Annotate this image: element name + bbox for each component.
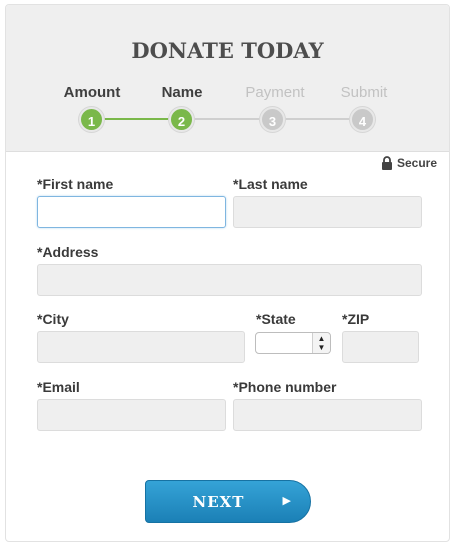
first-name-label: *First name (37, 176, 114, 192)
secure-label: Secure (396, 156, 437, 170)
step-dot-payment: 3 (260, 107, 285, 132)
city-label: *City (37, 311, 69, 327)
phone-label: *Phone number (233, 379, 337, 395)
step-label-amount: Amount (63, 84, 121, 101)
secure-indicator: Secure (381, 156, 437, 170)
address-input[interactable] (37, 264, 422, 296)
arrow-right-icon: ▶ (282, 494, 292, 507)
city-input[interactable] (37, 331, 245, 363)
last-name-input[interactable] (233, 196, 422, 228)
state-select[interactable]: ▲ ▼ (255, 332, 331, 354)
zip-label: *ZIP (342, 311, 370, 327)
last-name-label: *Last name (233, 176, 308, 192)
state-label: *State (256, 311, 296, 327)
donation-form-card: DONATE TODAY Amount Name Payment Submit … (5, 4, 450, 542)
lock-icon (381, 156, 393, 170)
step-label-name: Name (161, 84, 203, 101)
step-dot-name[interactable]: 2 (169, 107, 194, 132)
first-name-input[interactable] (37, 196, 226, 228)
step-label-payment: Payment (245, 84, 305, 101)
address-label: *Address (37, 244, 99, 260)
next-button-label: NEXT (192, 493, 245, 511)
next-button[interactable]: NEXT ▶ (145, 480, 311, 523)
email-input[interactable] (37, 399, 226, 431)
step-label-submit: Submit (340, 84, 388, 101)
form-header: DONATE TODAY Amount Name Payment Submit … (6, 5, 449, 152)
page-title: DONATE TODAY (131, 38, 324, 63)
step-dot-amount[interactable]: 1 (79, 107, 104, 132)
select-arrows-icon: ▲ ▼ (312, 333, 330, 353)
phone-input[interactable] (233, 399, 422, 431)
step-dot-submit: 4 (350, 107, 375, 132)
email-label: *Email (37, 379, 80, 395)
zip-input[interactable] (342, 331, 419, 363)
